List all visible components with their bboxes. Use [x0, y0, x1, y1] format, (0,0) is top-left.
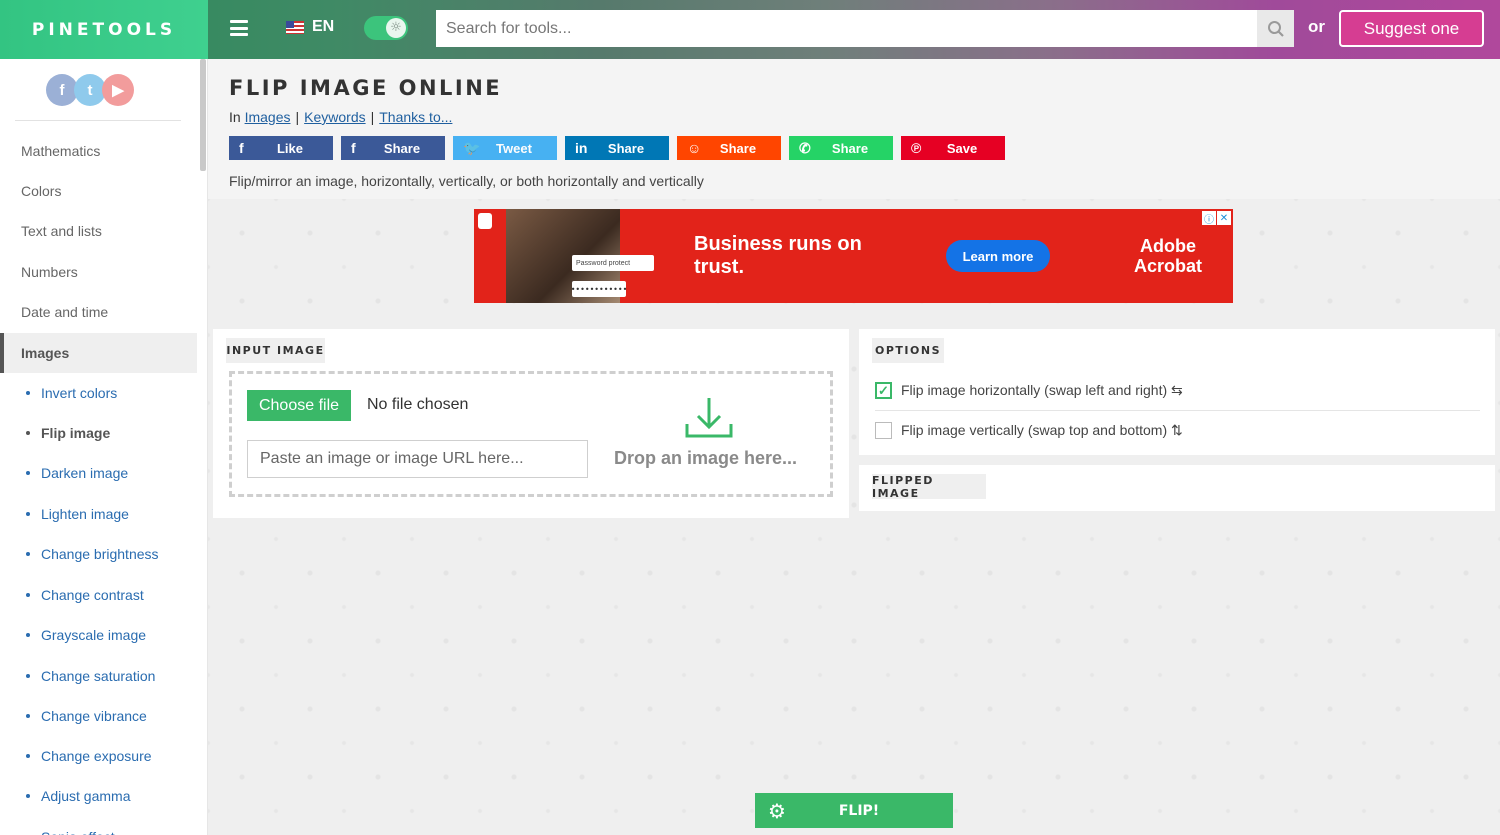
reddit-share-button[interactable]: ☺ Share	[677, 136, 781, 160]
flip-horizontal-option[interactable]: ✓ Flip image horizontally (swap left and…	[875, 382, 1183, 399]
logo: PINETOOLS	[31, 19, 177, 40]
options-divider	[875, 410, 1480, 411]
choose-file-button[interactable]: Choose file	[247, 390, 351, 421]
flip-button-label: FLIP!	[838, 802, 880, 819]
youtube-icon[interactable]: ▶	[102, 74, 134, 106]
sidebar-tool-change-contrast[interactable]: Change contrast	[26, 583, 144, 607]
shield-icon	[478, 213, 492, 229]
twitter-icon: 🐦	[463, 139, 481, 156]
ad-brand: Adobe Acrobat	[1134, 236, 1203, 276]
search-input[interactable]	[436, 10, 1294, 47]
language-selector[interactable]: EN	[286, 18, 334, 36]
us-flag-icon	[286, 20, 304, 34]
twitter-tweet-button[interactable]: 🐦 Tweet	[453, 136, 557, 160]
flipped-image-label: FLIPPED IMAGE	[872, 474, 986, 500]
top-header: PINETOOLS EN or Suggest one	[0, 0, 1500, 59]
link-images[interactable]: Images	[245, 109, 291, 125]
facebook-like-button[interactable]: f Like	[229, 136, 333, 160]
drop-hint: Drop an image here...	[614, 448, 798, 468]
sidebar: f t ▶ Mathematics Colors Text and lists …	[0, 59, 208, 835]
whatsapp-share-button[interactable]: ✆ Share	[789, 136, 893, 160]
linkedin-icon: in	[575, 140, 588, 156]
sidebar-divider	[15, 120, 181, 121]
or-label: or	[1308, 17, 1325, 36]
flip-vertical-label: Flip image vertically (swap top and bott…	[901, 422, 1183, 438]
ad-close-icon[interactable]: ✕	[1217, 211, 1231, 225]
flip-vertical-option[interactable]: Flip image vertically (swap top and bott…	[875, 422, 1183, 439]
breadcrumb: In Images | Keywords | Thanks to...	[229, 109, 453, 125]
flip-horizontal-label: Flip image horizontally (swap left and r…	[901, 382, 1183, 398]
page-description: Flip/mirror an image, horizontally, vert…	[229, 173, 704, 189]
sidebar-tool-sepia-effect[interactable]: Sepia effect	[26, 825, 115, 835]
download-icon	[685, 398, 733, 438]
facebook-share-button[interactable]: f Share	[341, 136, 445, 160]
pinterest-save-button[interactable]: ℗ Save	[901, 136, 1005, 160]
checkbox-unchecked-icon[interactable]	[875, 422, 892, 439]
breadcrumb-in: In	[229, 109, 241, 125]
linkedin-share-button[interactable]: in Share	[565, 136, 669, 160]
sidebar-tool-change-saturation[interactable]: Change saturation	[26, 664, 155, 688]
menu-icon[interactable]	[230, 20, 248, 36]
logo-link[interactable]: PINETOOLS	[0, 0, 208, 59]
ad-controls: ⓘ ✕	[1202, 211, 1231, 226]
link-keywords[interactable]: Keywords	[304, 109, 365, 125]
ad-banner[interactable]: Password protect •••••••••••• Business r…	[474, 209, 1233, 303]
flip-button[interactable]: ⚙ FLIP!	[755, 793, 953, 828]
ad-headline: Business runs on trust.	[694, 233, 862, 278]
sidebar-tool-change-vibrance[interactable]: Change vibrance	[26, 704, 147, 728]
file-status: No file chosen	[367, 396, 469, 413]
ad-password-label: Password protect	[572, 255, 654, 271]
page-title: FLIP IMAGE ONLINE	[229, 76, 503, 100]
sidebar-item-date-and-time[interactable]: Date and time	[0, 292, 197, 332]
ad-learn-more-button[interactable]: Learn more	[946, 240, 1050, 272]
sidebar-tool-grayscale-image[interactable]: Grayscale image	[26, 623, 146, 647]
options-label: OPTIONS	[872, 338, 944, 363]
sidebar-tool-lighten-image[interactable]: Lighten image	[26, 502, 129, 526]
ad-info-icon[interactable]: ⓘ	[1202, 211, 1216, 226]
sidebar-tool-adjust-gamma[interactable]: Adjust gamma	[26, 784, 130, 808]
facebook-icon: f	[351, 140, 356, 156]
sidebar-scrollbar[interactable]	[200, 59, 206, 171]
sidebar-tool-flip-image[interactable]: Flip image	[26, 421, 110, 445]
sidebar-item-numbers[interactable]: Numbers	[0, 252, 197, 292]
sidebar-item-colors[interactable]: Colors	[0, 171, 197, 211]
theme-toggle[interactable]	[364, 16, 408, 40]
input-image-label: INPUT IMAGE	[226, 338, 325, 363]
sidebar-item-text-and-lists[interactable]: Text and lists	[0, 211, 197, 251]
gear-icon: ⚙	[768, 798, 786, 823]
whatsapp-icon: ✆	[799, 139, 811, 156]
share-buttons: f Like f Share 🐦 Tweet in Share ☺ Share ✆ Shar…	[229, 136, 1005, 160]
social-links: f t ▶	[46, 74, 134, 106]
image-url-input[interactable]	[247, 440, 588, 478]
sidebar-item-mathematics[interactable]: Mathematics	[0, 131, 197, 171]
checkbox-checked-icon[interactable]: ✓	[875, 382, 892, 399]
sidebar-tool-change-brightness[interactable]: Change brightness	[26, 542, 159, 566]
sidebar-tool-change-exposure[interactable]: Change exposure	[26, 744, 152, 768]
suggest-button[interactable]: Suggest one	[1339, 10, 1484, 47]
search-button[interactable]	[1257, 10, 1294, 47]
sidebar-tool-invert-colors[interactable]: Invert colors	[26, 381, 117, 405]
reddit-icon: ☺	[687, 140, 702, 156]
language-label: EN	[312, 18, 335, 35]
facebook-icon: f	[239, 140, 244, 156]
ad-password-dots: ••••••••••••	[571, 281, 627, 297]
search-icon	[1267, 20, 1284, 37]
sidebar-item-images[interactable]: Images	[0, 333, 197, 373]
link-thanks[interactable]: Thanks to...	[379, 109, 452, 125]
sidebar-tool-darken-image[interactable]: Darken image	[26, 461, 128, 485]
pinterest-icon: ℗	[911, 140, 922, 156]
